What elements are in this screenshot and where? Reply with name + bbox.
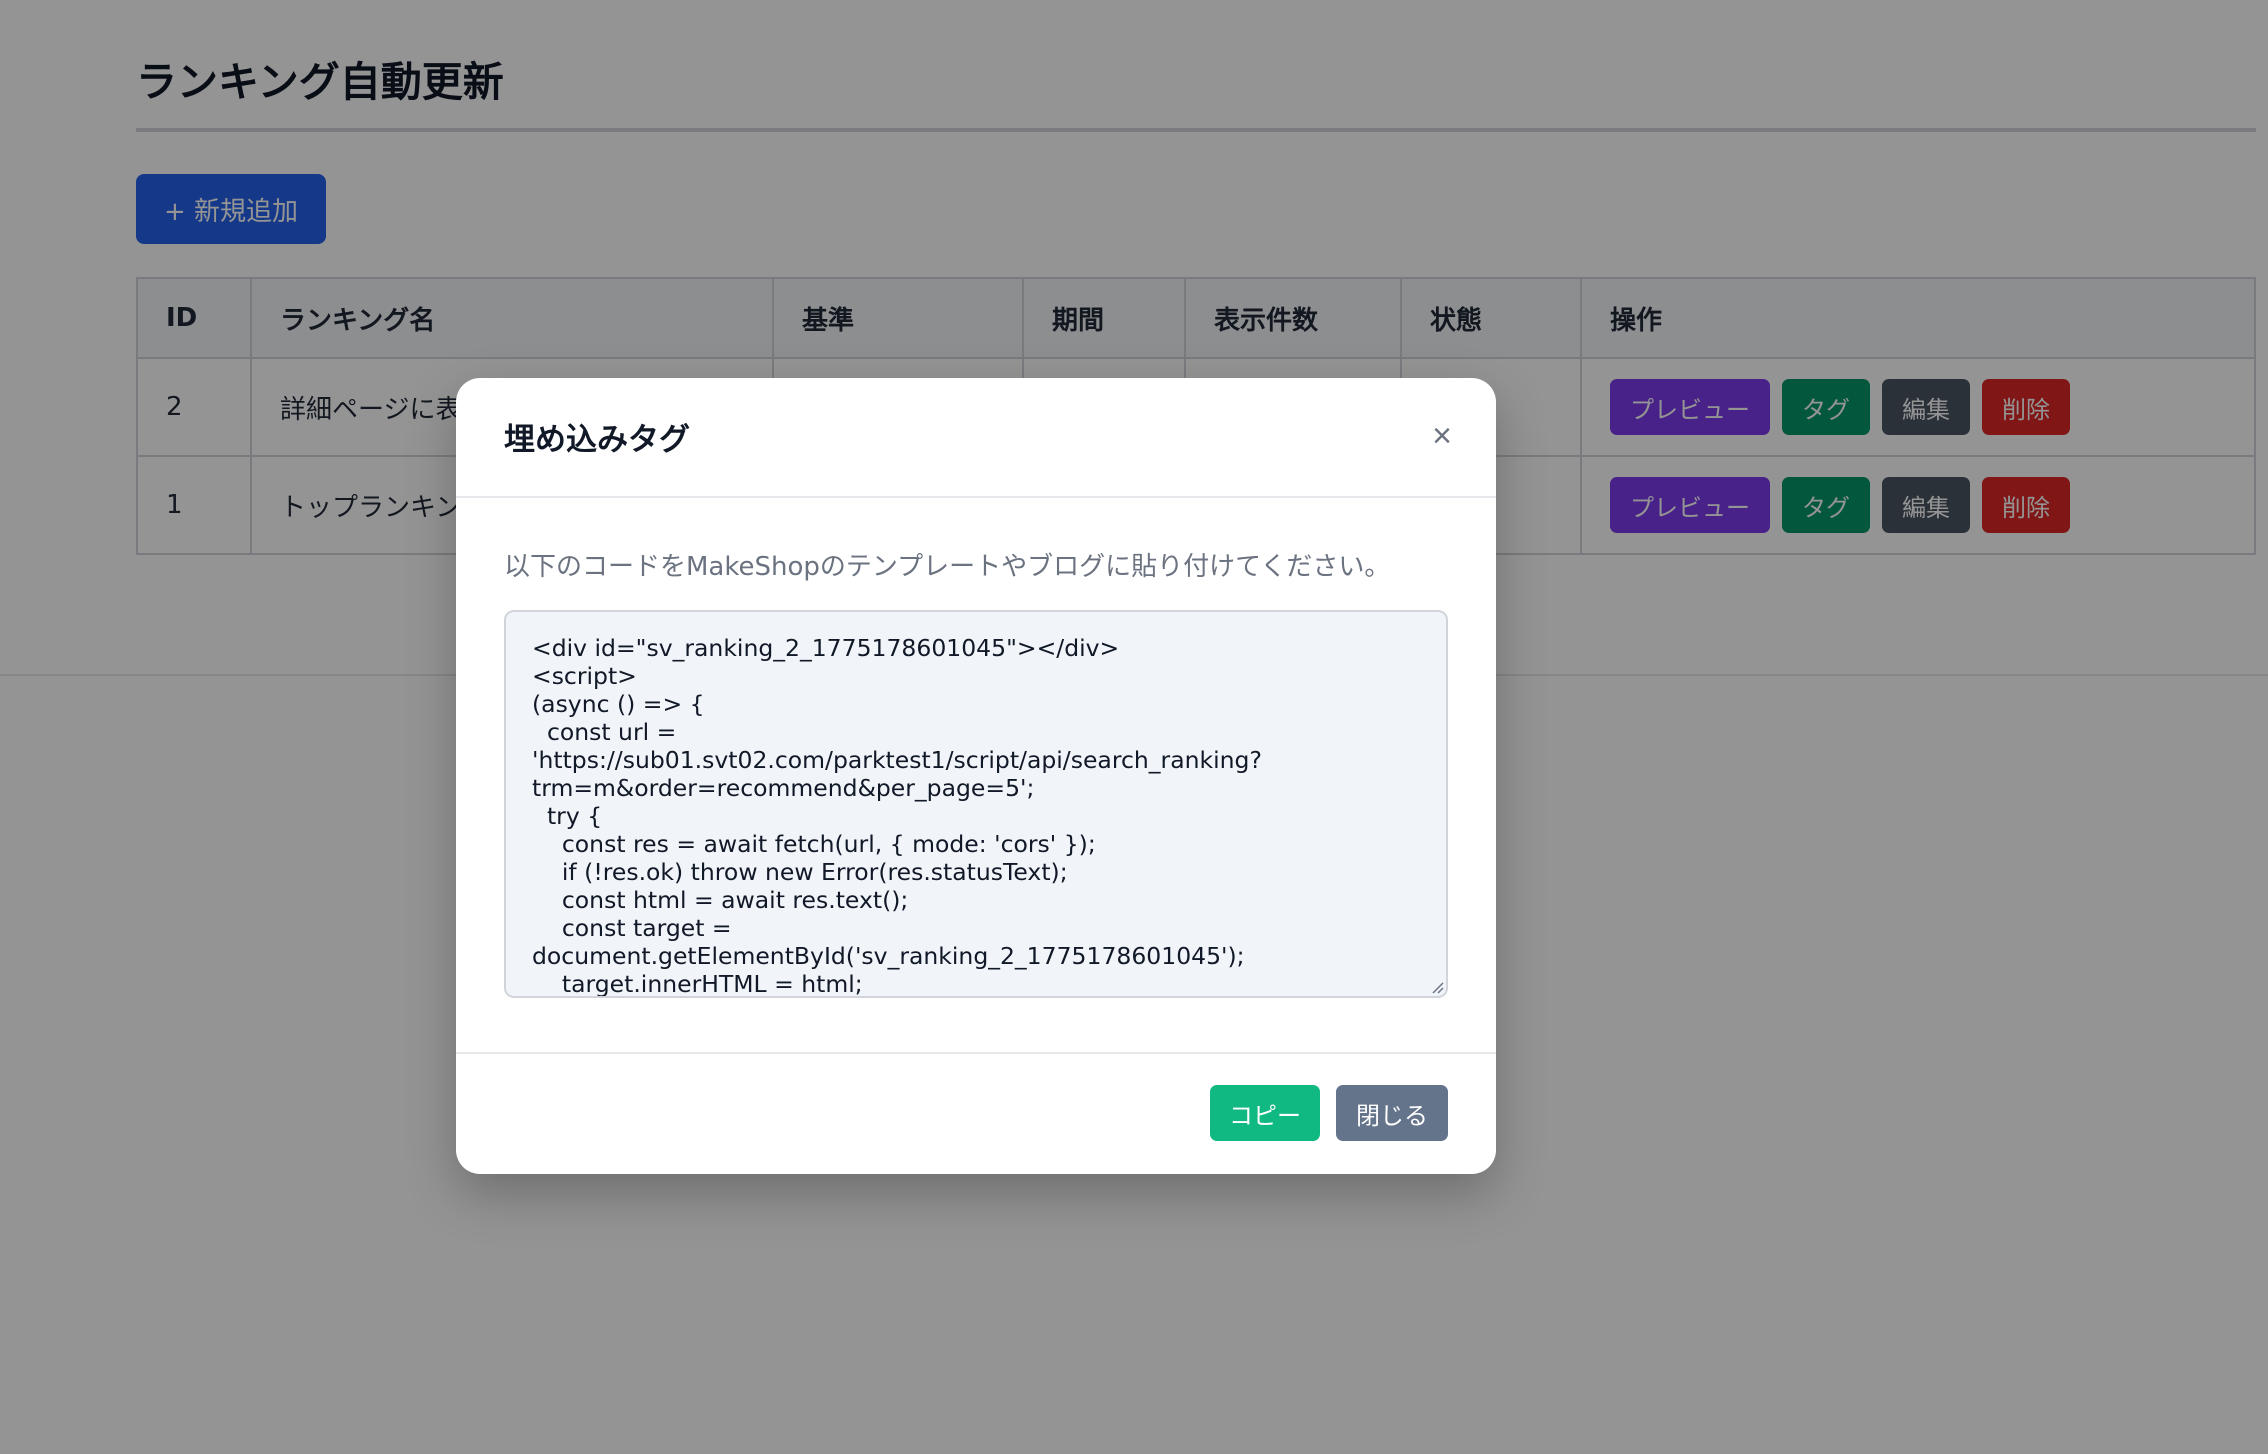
- close-icon[interactable]: ×: [1420, 414, 1464, 458]
- modal-description: 以下のコードをMakeShopのテンプレートやブログに貼り付けてください。: [504, 552, 1391, 582]
- modal-header: 埋め込みタグ ×: [456, 378, 1496, 498]
- close-button[interactable]: 閉じる: [1336, 1085, 1448, 1141]
- copy-button[interactable]: コピー: [1210, 1085, 1320, 1141]
- modal-footer: コピー 閉じる: [456, 1052, 1496, 1174]
- embed-tag-modal: 埋め込みタグ × 以下のコードをMakeShopのテンプレートやブログに貼り付け…: [456, 378, 1496, 1174]
- embed-code-textarea[interactable]: <div id="sv_ranking_2_1775178601045"></d…: [504, 610, 1448, 998]
- modal-title: 埋め込みタグ: [504, 422, 690, 458]
- resize-handle-icon[interactable]: [1430, 980, 1444, 994]
- embed-code-text[interactable]: <div id="sv_ranking_2_1775178601045"></d…: [532, 634, 1412, 996]
